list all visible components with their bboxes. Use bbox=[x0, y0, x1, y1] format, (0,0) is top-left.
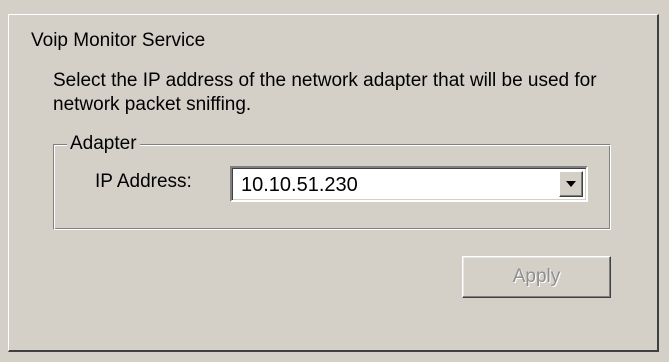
description-text: Select the IP address of the network ada… bbox=[53, 70, 597, 115]
adapter-group-legend: Adapter bbox=[67, 133, 140, 155]
ip-address-combobox[interactable]: 10.10.51.230 bbox=[230, 166, 588, 202]
voip-monitor-service-panel: Voip Monitor Service Select the IP addre… bbox=[0, 0, 669, 362]
ip-address-label: IP Address: bbox=[95, 171, 192, 192]
apply-button[interactable]: Apply bbox=[462, 256, 611, 298]
chevron-down-icon[interactable] bbox=[559, 171, 583, 197]
ip-address-selected-value: 10.10.51.230 bbox=[241, 174, 358, 196]
window-title: Voip Monitor Service bbox=[31, 30, 206, 51]
